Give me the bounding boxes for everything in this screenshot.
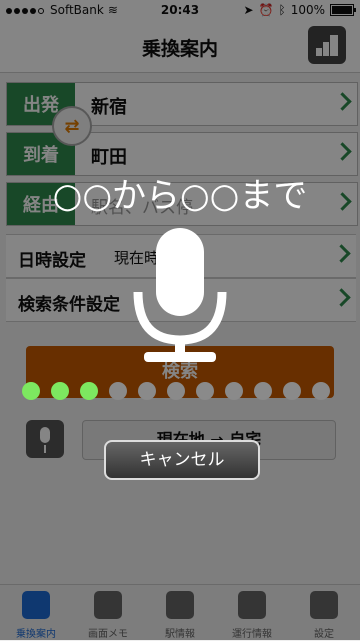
level-dot: [196, 382, 214, 400]
cancel-button[interactable]: キャンセル: [104, 440, 260, 480]
level-dot: [109, 382, 127, 400]
voice-prompt: ○○から○○まで: [52, 176, 308, 216]
level-dot: [51, 382, 69, 400]
level-dot: [138, 382, 156, 400]
level-dot: [22, 382, 40, 400]
level-dot: [167, 382, 185, 400]
level-dot: [254, 382, 272, 400]
microphone-icon: [133, 228, 227, 362]
level-dot: [312, 382, 330, 400]
level-dot: [80, 382, 98, 400]
level-dot: [283, 382, 301, 400]
level-dot: [225, 382, 243, 400]
voice-level-meter: [22, 380, 342, 400]
voice-overlay: ○○から○○まで キャンセル: [0, 0, 360, 640]
